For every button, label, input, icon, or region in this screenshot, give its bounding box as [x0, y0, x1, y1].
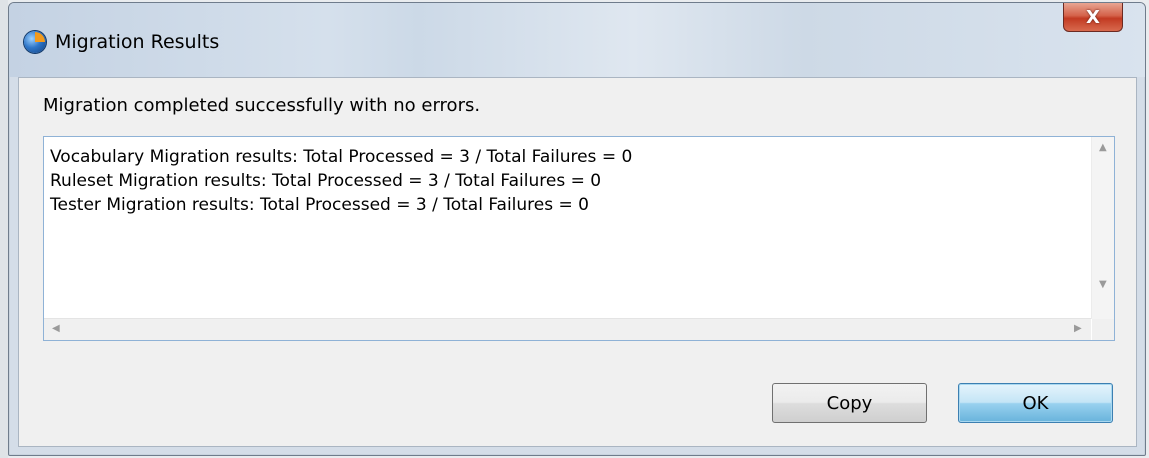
- ok-button[interactable]: OK: [958, 383, 1113, 423]
- background-edge: [0, 0, 8, 458]
- scrollbar-corner: [1092, 319, 1114, 340]
- scroll-right-icon[interactable]: ▶: [1074, 324, 1082, 334]
- scroll-up-icon[interactable]: ▲: [1099, 143, 1107, 153]
- result-line-vocabulary: Vocabulary Migration results: Total Proc…: [50, 147, 633, 167]
- status-message: Migration completed successfully with no…: [43, 95, 481, 116]
- results-text-area[interactable]: Vocabulary Migration results: Total Proc…: [43, 136, 1115, 341]
- results-text: Vocabulary Migration results: Total Proc…: [50, 145, 1084, 217]
- scroll-left-icon[interactable]: ◀: [52, 324, 60, 334]
- close-icon: X: [1086, 6, 1100, 28]
- app-icon: [24, 31, 46, 53]
- migration-results-dialog: Migration Results X Migration completed …: [8, 2, 1146, 456]
- result-line-tester: Tester Migration results: Total Processe…: [50, 195, 589, 215]
- vertical-scrollbar[interactable]: ▲ ▼: [1091, 137, 1114, 319]
- title-bar[interactable]: Migration Results X: [9, 3, 1145, 77]
- result-line-ruleset: Ruleset Migration results: Total Process…: [50, 171, 602, 191]
- close-button[interactable]: X: [1063, 3, 1123, 32]
- copy-button[interactable]: Copy: [772, 383, 927, 423]
- horizontal-scrollbar[interactable]: ◀ ▶: [44, 318, 1091, 340]
- window-title: Migration Results: [55, 31, 220, 53]
- scroll-down-icon[interactable]: ▼: [1099, 280, 1107, 290]
- dialog-content: Migration completed successfully with no…: [18, 77, 1137, 447]
